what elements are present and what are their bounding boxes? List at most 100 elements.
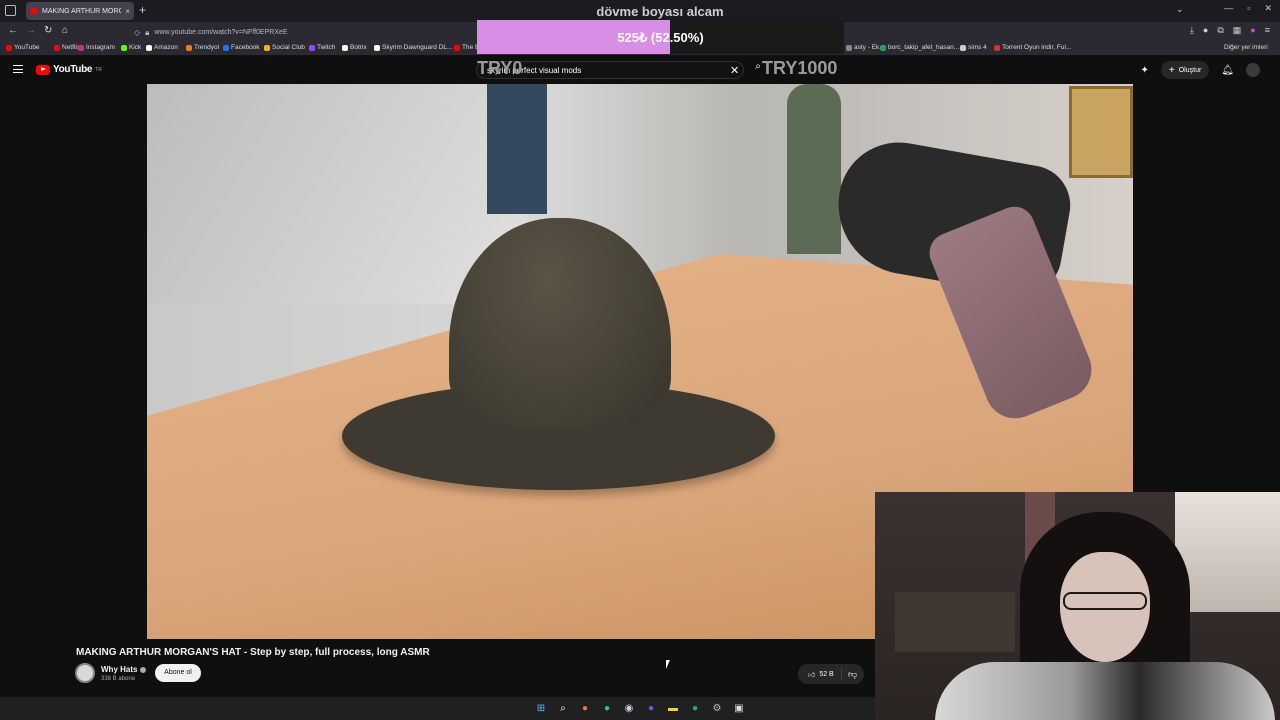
discord-icon[interactable]: ● [643,700,659,716]
like-button[interactable]: 👍︎ 52 B [798,668,842,680]
bookmark-favicon-icon [186,44,192,51]
search-icon[interactable]: ⌕ [555,700,571,716]
bookmark-item[interactable]: Twitch [309,44,335,51]
subscriber-count: 338 B abone [101,676,136,682]
bookmark-label: sims 4 [968,44,987,51]
dislike-button[interactable]: 👎︎ [842,669,857,680]
bookmark-item[interactable]: Torrent Oyun indir, Ful... [994,44,1071,51]
webcam-table [895,592,1015,652]
other-bookmarks-folder[interactable]: Diğer yer imleri [1224,44,1268,51]
extensions-icon[interactable]: ⧉ [1217,25,1223,36]
clear-search-icon[interactable]: ✕ [730,64,739,77]
home-icon[interactable]: ⌂ [62,25,68,36]
stream-goal-min: TRY0 [477,58,523,78]
stream-goal-bar: 525₺ (52.50%) [477,20,844,54]
verified-icon [140,666,147,673]
bookmark-item[interactable]: YouTube [6,44,40,51]
stream-goal-title: dövme boyası alcam [596,4,724,19]
channel-avatar[interactable] [75,663,95,683]
whatsapp-icon[interactable]: ● [599,700,615,716]
bookmark-item[interactable]: Kick [121,44,141,51]
spotify-icon[interactable]: ● [687,700,703,716]
menu-icon[interactable]: ≡ [1265,25,1270,36]
bookmark-favicon-icon [960,44,966,51]
hamburger-menu-icon[interactable] [13,65,23,73]
bookmark-label: Torrent Oyun indir, Ful... [1002,44,1072,51]
create-button[interactable]: + Oluştur [1160,61,1210,79]
folder-icon[interactable]: ▬ [665,700,681,716]
profile-icon[interactable]: ● [1250,25,1255,36]
video-scene-cactus [787,84,841,254]
tab-overview-icon[interactable] [5,5,16,16]
ai-sparkle-icon[interactable]: ✦ [1141,65,1149,76]
tab-list-chevron-icon[interactable]: ⌄ [1176,4,1184,15]
extension-icon[interactable]: ▦ [1233,25,1242,36]
bookmark-favicon-icon [54,44,60,51]
bookmark-label: Facebook [231,44,260,51]
bookmark-item[interactable]: sims 4 [960,44,987,51]
video-title: MAKING ARTHUR MORGAN'S HAT - Step by ste… [76,647,430,658]
minimize-icon[interactable]: — [1224,3,1233,14]
channel-name-row[interactable]: Why Hats [101,665,147,674]
channel-name[interactable]: Why Hats [101,665,137,674]
bookmark-label: Kick [129,44,142,51]
bookmark-label: borc_takip_afet_hasan... [888,44,960,51]
bookmark-item[interactable]: Netflix [54,44,80,51]
bookmark-favicon-icon [880,44,886,51]
youtube-logo[interactable]: YouTube TR [36,64,102,75]
bookmark-favicon-icon [264,44,270,51]
webcam-feed [875,492,1280,720]
bookmark-label: Social Club [272,44,305,51]
bookmark-item[interactable]: Instagram [78,44,115,51]
bookmark-label: YouTube [14,44,40,51]
webcam-window [1175,492,1280,612]
user-avatar[interactable] [1246,63,1260,77]
bookmark-label: Skyrim Dawnguard DL... [382,44,453,51]
close-window-icon[interactable]: ✕ [1264,3,1272,14]
bookmark-item[interactable]: Facebook [223,44,260,51]
youtube-region: TR [95,66,102,73]
stream-goal-max: TRY1000 [762,58,838,78]
firefox-icon[interactable]: ● [577,700,593,716]
bookmark-item[interactable]: Amazon [146,44,178,51]
bookmark-item[interactable]: Trendyol [186,44,219,51]
url-bar[interactable]: ◇ 🔒︎ www.youtube.com/watch?v=NFff0EPRXeE [134,25,474,40]
bookmark-item[interactable]: asty - Ek... [846,44,885,51]
browser-tab-active[interactable]: MAKING ARTHUR MORGAN'S HAT × [26,2,134,20]
bookmark-label: Amazon [154,44,178,51]
bookmark-favicon-icon [342,44,348,51]
bookmark-label: Instagram [86,44,115,51]
bookmark-favicon-icon [374,44,380,51]
subscribe-button[interactable]: Abone ol [155,664,201,682]
terminal-icon[interactable]: ▣ [731,700,747,716]
forward-icon[interactable]: → [26,25,36,36]
back-icon[interactable]: ← [8,25,18,36]
tab-title: MAKING ARTHUR MORGAN'S HAT [42,7,122,15]
bookmark-item[interactable]: Social Club [264,44,305,51]
windows-icon[interactable]: ⊞ [533,700,549,716]
new-tab-button[interactable]: + [139,3,146,17]
account-icon[interactable]: ● [1203,25,1208,36]
like-dislike-group: 👍︎ 52 B 👎︎ [798,664,864,684]
webcam-jacket [935,662,1275,720]
settings-icon[interactable]: ⚙ [709,700,725,716]
shield-icon[interactable]: ◇ [134,28,140,37]
screen: MAKING ARTHUR MORGAN'S HAT × + ⌄ — ▫ ✕ ←… [0,0,1280,720]
steam-icon[interactable]: ◉ [621,700,637,716]
maximize-icon[interactable]: ▫ [1247,3,1250,14]
bookmark-item[interactable]: borc_takip_afet_hasan... [880,44,959,51]
bookmark-item[interactable]: Botrix [342,44,367,51]
webcam-glasses [1063,592,1147,610]
bookmark-label: Twitch [317,44,336,51]
like-count: 52 B [819,670,834,678]
lock-icon[interactable]: 🔒︎ [145,28,149,38]
url-text[interactable]: www.youtube.com/watch?v=NFff0EPRXeE [154,29,287,36]
reload-icon[interactable]: ↻ [44,25,52,36]
notifications-bell-icon[interactable]: 🔔︎ [1221,65,1234,76]
bookmark-favicon-icon [994,44,1000,51]
video-scene-frame [1069,86,1133,178]
download-icon[interactable]: ⤓ [1190,25,1194,36]
bookmark-favicon-icon [223,44,229,51]
tab-close-button[interactable]: × [125,7,130,16]
bookmark-item[interactable]: Skyrim Dawnguard DL... [374,44,452,51]
